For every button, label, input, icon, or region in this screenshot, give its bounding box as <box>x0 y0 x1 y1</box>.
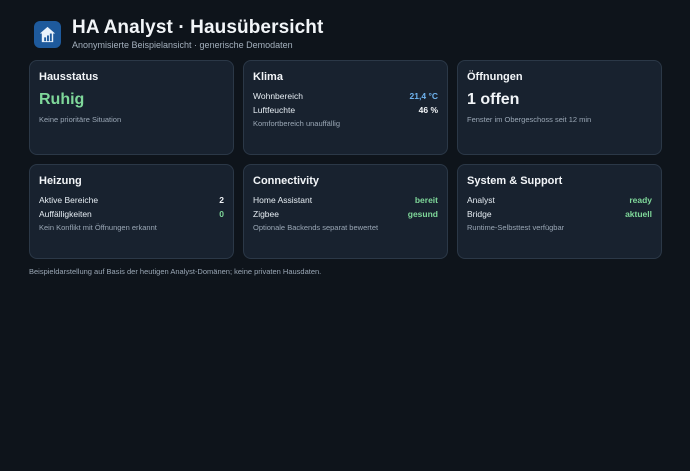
metric-label: Bridge <box>467 209 492 219</box>
metric-value: 46 % <box>418 105 438 115</box>
metric-row: Analyst ready <box>467 195 652 205</box>
metric-label: Analyst <box>467 195 495 205</box>
card-note: Komfortbereich unauffällig <box>253 119 340 128</box>
card-klima[interactable]: Klima Wohnbereich 21,4 °C Luftfeuchte 46… <box>243 60 448 155</box>
metric-value: 2 <box>219 195 224 205</box>
app-subtitle: Anonymisierte Beispielansicht · generisc… <box>72 40 293 50</box>
card-grid: Hausstatus Ruhig Keine prioritäre Situat… <box>29 60 662 259</box>
card-title: Connectivity <box>253 175 320 187</box>
metric-value: bereit <box>414 195 438 205</box>
dashboard-page: HA Analyst · Hausübersicht Anonymisierte… <box>0 0 690 471</box>
metric-label: Aktive Bereiche <box>39 195 99 205</box>
card-heizung[interactable]: Heizung Aktive Bereiche 2 Auffälligkeite… <box>29 164 234 259</box>
metric-row: Aktive Bereiche 2 <box>39 195 224 205</box>
app-title: HA Analyst · Hausübersicht <box>72 17 324 38</box>
card-connectivity[interactable]: Connectivity Home Assistant bereit Zigbe… <box>243 164 448 259</box>
card-hausstatus[interactable]: Hausstatus Ruhig Keine prioritäre Situat… <box>29 60 234 155</box>
metric-label: Wohnbereich <box>253 91 303 101</box>
card-note: Runtime-Selbsttest verfügbar <box>467 223 565 232</box>
card-title: Hausstatus <box>39 71 99 83</box>
card-note: Fenster im Obergeschoss seit 12 min <box>467 115 592 124</box>
metric-value: aktuell <box>625 209 652 219</box>
card-system-support[interactable]: System & Support Analyst ready Bridge ak… <box>457 164 662 259</box>
status-value: 1 offen <box>467 91 520 108</box>
card-oeffnungen[interactable]: Öffnungen 1 offen Fenster im Obergeschos… <box>457 60 662 155</box>
metric-label: Home Assistant <box>253 195 313 205</box>
metric-value: 21,4 °C <box>409 91 438 101</box>
metric-row: Bridge aktuell <box>467 209 652 219</box>
metric-row: Zigbee gesund <box>253 209 438 219</box>
footer-note: Beispieldarstellung auf Basis der heutig… <box>29 267 322 276</box>
house-chart-icon <box>34 21 61 48</box>
metric-label: Zigbee <box>253 209 279 219</box>
metric-row: Wohnbereich 21,4 °C <box>253 91 438 101</box>
card-note: Optionale Backends separat bewertet <box>253 223 379 232</box>
card-note: Kein Konflikt mit Öffnungen erkannt <box>39 223 157 232</box>
card-note: Keine prioritäre Situation <box>39 115 122 124</box>
metric-value: 0 <box>219 209 224 219</box>
card-title: System & Support <box>467 175 563 187</box>
metric-label: Luftfeuchte <box>253 105 296 115</box>
metric-value: ready <box>629 195 652 205</box>
card-title: Öffnungen <box>467 71 523 83</box>
status-value: Ruhig <box>39 91 85 108</box>
card-title: Klima <box>253 71 283 83</box>
metric-label: Auffälligkeiten <box>39 209 92 219</box>
header: HA Analyst · Hausübersicht Anonymisierte… <box>34 18 323 51</box>
metric-row: Auffälligkeiten 0 <box>39 209 224 219</box>
metric-row: Luftfeuchte 46 % <box>253 105 438 115</box>
metric-value: gesund <box>407 209 438 219</box>
metric-row: Home Assistant bereit <box>253 195 438 205</box>
card-title: Heizung <box>39 175 82 187</box>
